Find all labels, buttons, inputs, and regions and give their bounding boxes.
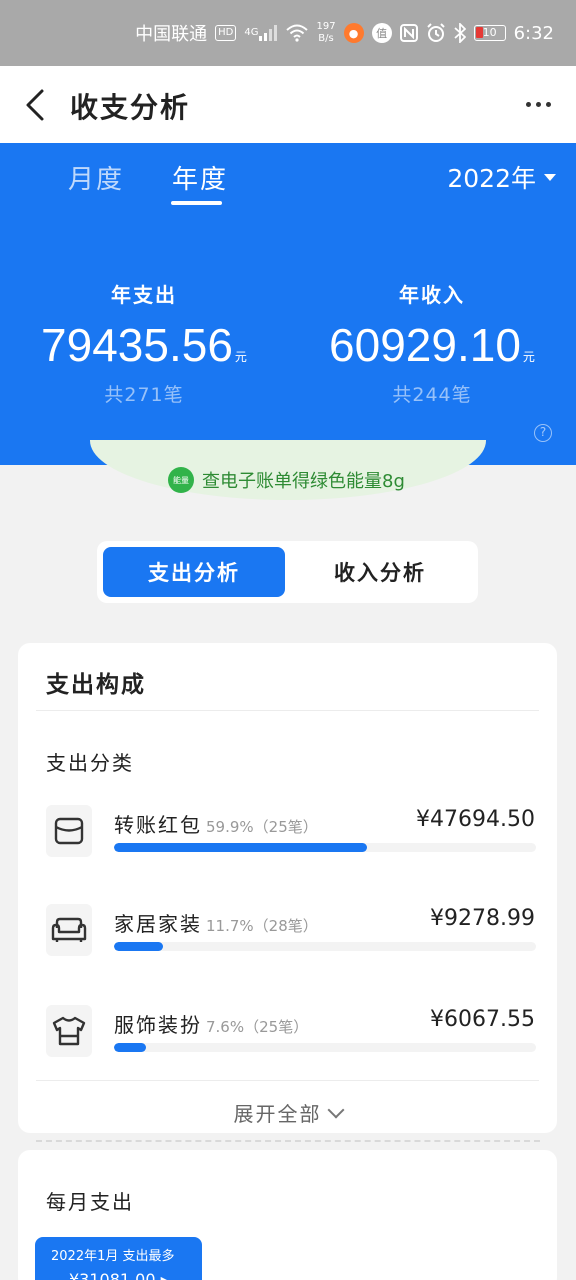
nfc-icon: [399, 24, 418, 42]
annual-income-count: 共244笔: [392, 384, 472, 406]
energy-badge-icon: 能量: [168, 467, 194, 493]
envelope-icon: [46, 805, 92, 857]
hd-icon: HD: [215, 25, 237, 41]
year-selector[interactable]: 2022年: [447, 159, 556, 195]
green-energy-link[interactable]: 能量 查电子账单得绿色能量8g: [168, 467, 405, 493]
clock: 6:32: [513, 22, 554, 44]
category-name: 家居家装 11.7%（28笔）: [114, 912, 318, 936]
signal-icon: 4G: [244, 25, 278, 41]
battery-icon: 10: [473, 25, 506, 41]
category-row-transfer[interactable]: 转账红包 59.9%（25笔） ¥47694.50: [18, 805, 557, 865]
sofa-icon: [46, 904, 92, 956]
category-progress-fill: [114, 942, 164, 951]
tooltip-amount: ¥31081.00 ▸: [69, 1270, 169, 1280]
composition-title: 支出构成: [46, 672, 146, 698]
alarm-icon: [426, 23, 446, 43]
annual-income-label: 年收入: [399, 283, 465, 307]
expense-composition-card: 支出构成 支出分类 转账红包 59.9%（25笔） ¥47694.50 家居家装 1…: [18, 643, 557, 1133]
category-name: 转账红包 59.9%（25笔）: [114, 813, 318, 837]
caret-down-icon: [544, 173, 556, 181]
category-amount: ¥47694.50: [416, 807, 535, 832]
category-row-clothing[interactable]: 服饰装扮 7.6%（25笔） ¥6067.55: [18, 1005, 557, 1065]
expand-all-label: 展开全部: [233, 1102, 322, 1126]
category-progress-track: [114, 1043, 536, 1052]
carrier-name: 中国联通: [135, 24, 208, 45]
income-analysis-tab[interactable]: 收入分析: [289, 547, 471, 597]
bluetooth-icon: [453, 23, 466, 43]
annual-income-amount: 60929.10 元: [329, 319, 535, 371]
category-progress-fill: [114, 843, 367, 852]
app-notification-icon: ●: [343, 23, 364, 43]
net-speed: 197 B/s: [316, 21, 336, 44]
category-progress-fill: [114, 1043, 147, 1052]
category-section-label: 支出分类: [46, 751, 134, 775]
category-progress-track: [114, 843, 536, 852]
tab-active-indicator: [171, 201, 222, 205]
annual-expense-count: 共271笔: [104, 384, 184, 406]
expense-analysis-tab[interactable]: 支出分析: [103, 547, 285, 597]
zhi-app-icon: 值: [371, 23, 392, 43]
annual-expense-amount: 79435.56 元: [41, 319, 247, 371]
tooltip-title: 2022年1月 支出最多: [51, 1249, 175, 1264]
monthly-expense-card: 每月支出 2022年1月 支出最多 ¥31081.00 ▸: [18, 1150, 557, 1280]
category-amount: ¥9278.99: [430, 906, 535, 931]
divider: [36, 710, 539, 711]
category-progress-track: [114, 942, 536, 951]
expand-all-button[interactable]: 展开全部: [18, 1098, 557, 1127]
dashed-separator: [36, 1140, 540, 1142]
category-name: 服饰装扮 7.6%（25笔）: [114, 1013, 309, 1037]
monthly-title: 每月支出: [46, 1190, 134, 1214]
summary-banner: 月度 年度 2022年 年支出 79435.56 元 共271笔 年收入 6092…: [0, 143, 576, 465]
help-icon[interactable]: ?: [534, 424, 552, 442]
chevron-down-icon: [327, 1101, 344, 1118]
annual-expense-label: 年支出: [111, 283, 177, 307]
energy-text: 查电子账单得绿色能量8g: [202, 471, 405, 492]
tab-year[interactable]: 年度: [172, 159, 228, 196]
page-title: 收支分析: [70, 91, 191, 124]
tab-month[interactable]: 月度: [68, 159, 124, 196]
max-month-tooltip[interactable]: 2022年1月 支出最多 ¥31081.00 ▸: [35, 1237, 202, 1280]
status-bar: 中国联通 HD 4G 197 B/s ● 值 10 6:32: [0, 0, 576, 66]
app-header: 收支分析: [0, 66, 576, 143]
divider: [36, 1080, 539, 1081]
back-icon[interactable]: [22, 88, 52, 122]
year-selector-label: 2022年: [447, 164, 536, 193]
annual-income-summary[interactable]: 年收入 60929.10 元 共244笔: [302, 279, 562, 407]
category-row-home[interactable]: 家居家装 11.7%（28笔） ¥9278.99: [18, 904, 557, 964]
shirt-icon: [46, 1005, 92, 1057]
wifi-icon: [286, 24, 309, 42]
annual-expense-summary[interactable]: 年支出 79435.56 元 共271笔: [14, 279, 274, 407]
more-options-icon[interactable]: [522, 94, 554, 114]
analysis-segment-control: 支出分析 收入分析: [97, 541, 478, 603]
category-amount: ¥6067.55: [430, 1007, 535, 1032]
